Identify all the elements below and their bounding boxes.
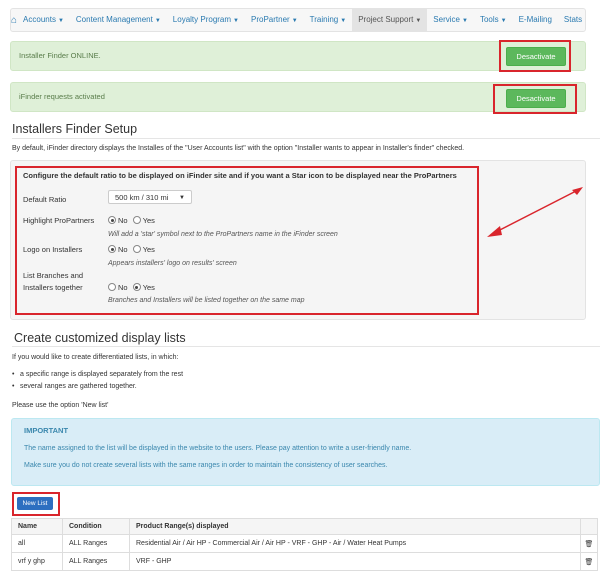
nav-item-loyalty-program[interactable]: Loyalty Program ▼ xyxy=(167,9,245,31)
display-lists-table: Name Condition Product Range(s) displaye… xyxy=(11,518,598,571)
important-info-box xyxy=(11,418,600,486)
chevron-down-icon: ▼ xyxy=(154,18,161,24)
list-item: a specific range is displayed separately… xyxy=(12,371,183,378)
important-heading: IMPORTANT xyxy=(24,426,69,435)
nav-item-training[interactable]: Training ▼ xyxy=(304,9,353,31)
divider xyxy=(12,346,600,347)
table-header-row: Name Condition Product Range(s) displaye… xyxy=(11,518,598,535)
alert-text: iFinder requests activated xyxy=(19,92,105,101)
chevron-down-icon: ▼ xyxy=(461,18,468,24)
table-row[interactable]: vrf y ghp ALL Ranges VRF - GHP 🗑 xyxy=(11,552,598,571)
new-list-note: Please use the option 'New list' xyxy=(12,402,109,409)
cell-name: all xyxy=(11,534,63,553)
nav-label: ProPartner xyxy=(251,15,290,24)
chevron-down-icon: ▼ xyxy=(500,18,507,24)
chevron-down-icon: ▼ xyxy=(291,18,298,24)
trash-icon[interactable]: 🗑 xyxy=(585,559,594,566)
nav-label: Accounts xyxy=(23,15,56,24)
top-navbar: ⌂ Accounts ▼ Content Management ▼ Loyalty … xyxy=(10,8,586,32)
trash-icon[interactable]: 🗑 xyxy=(585,541,594,548)
column-header: Product Range(s) displayed xyxy=(129,518,581,535)
setup-description: By default, iFinder directory displays t… xyxy=(12,145,465,152)
delete-cell: 🗑 xyxy=(580,552,598,571)
chevron-down-icon: ▼ xyxy=(340,18,347,24)
cell-condition: ALL Ranges xyxy=(62,534,130,553)
table-row[interactable]: all ALL Ranges Residential Air / Air HP … xyxy=(11,534,598,553)
delete-cell: 🗑 xyxy=(580,534,598,553)
nav-label: Tools xyxy=(479,15,499,24)
nav-label: Service xyxy=(433,15,460,24)
column-header: Condition xyxy=(62,518,130,535)
nav-item-content-management[interactable]: Content Management ▼ xyxy=(70,9,167,31)
alert-text: Installer Finder ONLINE. xyxy=(19,51,101,60)
highlight-box xyxy=(15,166,479,315)
important-line-1: The name assigned to the list will be di… xyxy=(24,445,412,452)
highlight-box xyxy=(499,40,571,72)
important-line-2: Make sure you do not create several list… xyxy=(24,462,388,469)
list-item: several ranges are gathered together. xyxy=(12,383,137,390)
nav-item-project-support[interactable]: Project Support ▼ xyxy=(352,9,428,31)
cell-ranges: Residential Air / Air HP - Commercial Ai… xyxy=(129,534,581,553)
highlight-box xyxy=(493,84,577,114)
cell-ranges: VRF - GHP xyxy=(129,552,581,571)
nav-item-propartner[interactable]: ProPartner ▼ xyxy=(245,9,304,31)
nav-item-stats[interactable]: Stats xyxy=(558,9,588,31)
nav-item-accounts[interactable]: Accounts ▼ xyxy=(17,9,70,31)
cell-name: vrf y ghp xyxy=(11,552,63,571)
chevron-down-icon: ▼ xyxy=(233,18,239,24)
nav-label: Content Management xyxy=(75,15,153,24)
nav-item-e-mailing[interactable]: E-Mailing xyxy=(513,9,558,31)
lists-intro: If you would like to create differentiat… xyxy=(12,354,179,361)
nav-item-tools[interactable]: Tools ▼ xyxy=(474,9,513,31)
page-title: Installers Finder Setup xyxy=(12,122,138,136)
cell-condition: ALL Ranges xyxy=(62,552,130,571)
nav-label: E-Mailing xyxy=(518,15,552,24)
chevron-down-icon: ▼ xyxy=(57,18,64,24)
divider xyxy=(12,138,600,139)
nav-item-service[interactable]: Service ▼ xyxy=(427,9,474,31)
nav-label: Stats xyxy=(563,15,583,24)
column-header-actions xyxy=(580,518,598,535)
column-header: Name xyxy=(11,518,63,535)
chevron-down-icon: ▼ xyxy=(415,18,422,24)
lists-section-title: Create customized display lists xyxy=(14,331,186,345)
nav-label: Loyalty Program xyxy=(172,15,232,24)
annotation-arrow-icon xyxy=(487,187,583,237)
nav-label: Training xyxy=(309,15,339,24)
nav-label: Project Support xyxy=(358,15,414,24)
highlight-box xyxy=(12,492,60,516)
